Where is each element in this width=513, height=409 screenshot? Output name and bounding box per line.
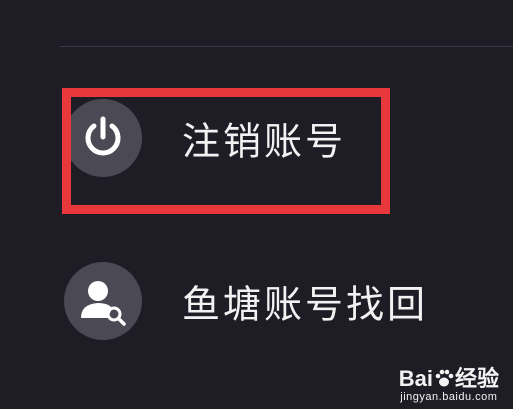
watermark-logo: Bai 经验 [398, 366, 499, 391]
baidu-paw-icon [435, 369, 454, 387]
recover-fishpond-account-label: 鱼塘账号找回 [182, 282, 429, 327]
watermark-url: jingyan.baidu.com [400, 391, 498, 403]
red-highlight-box [62, 88, 390, 214]
recover-fishpond-account-item[interactable]: 鱼塘账号找回 [60, 253, 500, 349]
baidu-jingyan-watermark: Bai 经验 jingyan.baidu.com [398, 366, 499, 404]
user-search-icon [64, 262, 142, 340]
section-divider [60, 46, 513, 47]
